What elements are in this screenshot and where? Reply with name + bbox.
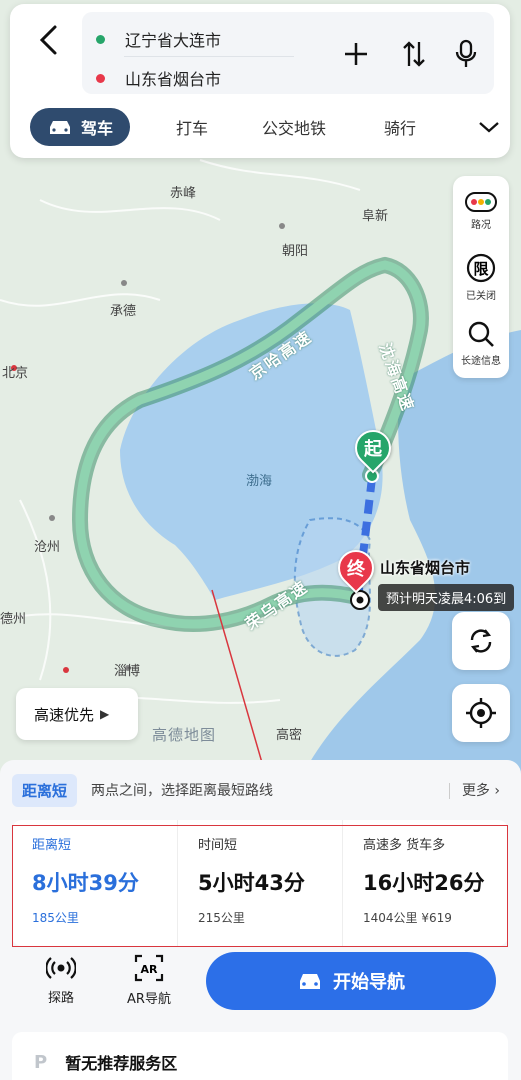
voice-button[interactable] <box>448 36 484 72</box>
destination-dot-icon <box>96 73 105 83</box>
long-trip-info-button[interactable]: 长途信息 <box>453 310 509 376</box>
explore-route-button[interactable]: 探路 <box>26 950 96 1010</box>
swap-icon <box>403 41 425 67</box>
map-tool-panel: 路况 限 已关闭 长途信息 <box>453 176 509 378</box>
traffic-toggle[interactable]: 路况 <box>453 178 509 244</box>
map-label-beijing: 北京 <box>2 366 29 381</box>
car-icon <box>49 121 70 134</box>
origin-field[interactable]: 辽宁省大连市 <box>96 27 221 51</box>
divider <box>124 56 294 57</box>
map-label-chaoyang: 朝阳 <box>282 244 309 259</box>
map-label-dezhou: 德州 <box>0 612 27 627</box>
triangle-right-icon: ▶ <box>100 707 110 721</box>
chevron-right-icon: › <box>494 783 500 799</box>
chevron-left-icon <box>39 25 57 55</box>
ar-icon: AR <box>134 954 164 981</box>
route-search-card: 辽宁省大连市 山东省烟台市 驾车 打车 公交地铁 骑行 <box>10 4 510 158</box>
crosshair-icon <box>466 698 496 728</box>
tab-drive[interactable]: 驾车 <box>30 108 130 146</box>
map-logo: 高德地图 <box>152 726 217 744</box>
car-icon <box>300 974 320 989</box>
strategy-badge: 距离短 <box>12 773 78 807</box>
restriction-toggle[interactable]: 限 已关闭 <box>453 244 509 310</box>
ar-navigation-button[interactable]: AR AR导航 <box>114 950 184 1010</box>
svg-text:限: 限 <box>473 260 488 278</box>
tab-transit[interactable]: 公交地铁 <box>262 108 326 146</box>
map-label-fuxin: 阜新 <box>362 209 389 224</box>
more-strategies-button[interactable]: 更多 › <box>448 780 500 800</box>
annotation-highlight-box <box>12 825 508 947</box>
restriction-icon: 限 <box>466 253 496 282</box>
origin-text: 辽宁省大连市 <box>125 31 222 50</box>
more-modes-button[interactable] <box>478 108 500 146</box>
divider <box>448 783 450 799</box>
strategy-description: 两点之间，选择距离最短路线 <box>91 783 274 799</box>
map-label-zibo: 淄博 <box>114 664 141 679</box>
destination-label: 山东省烟台市 <box>380 559 471 577</box>
svg-text:AR: AR <box>141 963 159 976</box>
swap-button[interactable] <box>396 36 432 72</box>
strategy-bar: 距离短 两点之间，选择距离最短路线 更多 › <box>12 772 508 808</box>
tab-taxi[interactable]: 打车 <box>176 108 208 146</box>
start-navigation-button[interactable]: 开始导航 <box>206 952 496 1010</box>
microphone-icon <box>455 39 477 67</box>
map-label-cangzhou: 沧州 <box>34 540 61 555</box>
tab-cycling[interactable]: 骑行 <box>384 108 416 146</box>
map-label-chengde: 承德 <box>110 304 137 319</box>
origin-dot-icon <box>96 34 105 44</box>
broadcast-icon <box>46 956 76 979</box>
refresh-route-button[interactable] <box>452 612 510 670</box>
plus-icon <box>345 43 367 65</box>
destination-field[interactable]: 山东省烟台市 <box>96 66 221 90</box>
traffic-light-icon <box>465 191 497 212</box>
eta-chip: 预计明天凌晨4:06到 <box>378 584 515 611</box>
map-label-chifeng: 赤峰 <box>170 186 197 201</box>
search-icon <box>468 321 494 347</box>
destination-text: 山东省烟台市 <box>125 70 222 89</box>
service-area-text: 暂无推荐服务区 <box>65 1054 178 1073</box>
chevron-down-icon <box>479 122 499 133</box>
parking-icon: P <box>34 1051 48 1073</box>
service-area-card[interactable]: P 暂无推荐服务区 <box>12 1032 508 1080</box>
route-preference-chip[interactable]: 高速优先 ▶ <box>16 688 138 740</box>
map-label-gaomi: 高密 <box>276 728 303 743</box>
travel-mode-tabs: 驾车 打车 公交地铁 骑行 <box>26 108 502 146</box>
refresh-icon <box>470 629 492 653</box>
back-button[interactable] <box>30 18 66 62</box>
navigation-actions: 探路 AR AR导航 开始导航 <box>0 950 521 1016</box>
map-label-bohai: 渤海 <box>246 474 273 489</box>
locate-me-button[interactable] <box>452 684 510 742</box>
add-waypoint-button[interactable] <box>338 36 374 72</box>
route-endpoints: 辽宁省大连市 山东省烟台市 <box>82 12 494 94</box>
